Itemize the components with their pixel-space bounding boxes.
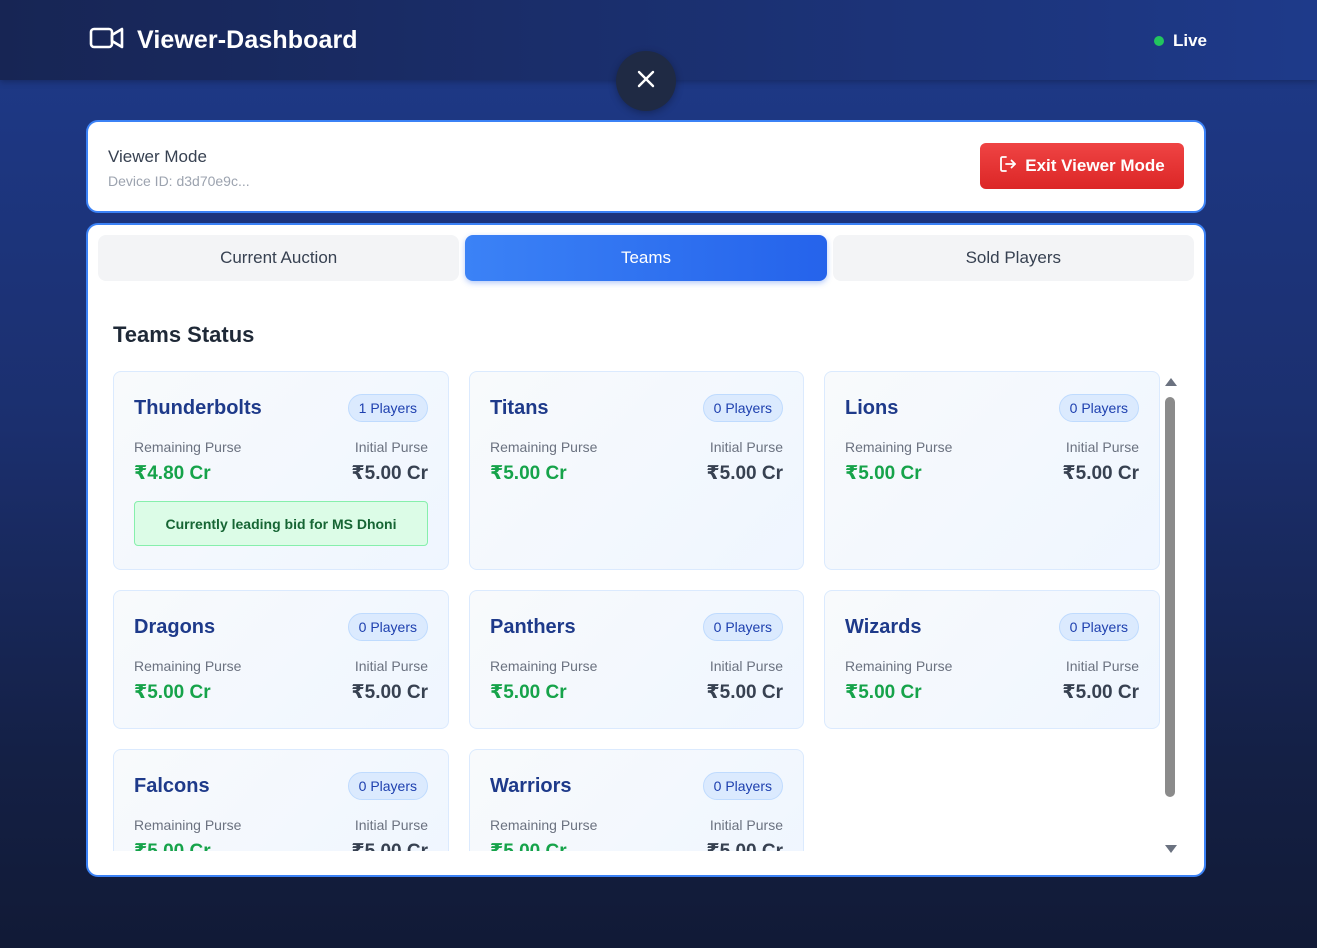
team-card-thunderbolts: Thunderbolts 1 Players Remaining Purse I… bbox=[113, 371, 449, 570]
initial-purse-label: Initial Purse bbox=[709, 658, 783, 674]
team-card-wizards: Wizards 0 Players Remaining Purse Initia… bbox=[824, 590, 1160, 729]
remaining-purse-value: ₹5.00 Cr bbox=[845, 463, 922, 484]
remaining-purse-label: Remaining Purse bbox=[134, 817, 242, 833]
initial-purse-label: Initial Purse bbox=[709, 817, 783, 833]
team-name: Titans bbox=[490, 396, 549, 419]
remaining-purse-label: Remaining Purse bbox=[134, 439, 242, 455]
tab-sold-players[interactable]: Sold Players bbox=[832, 235, 1194, 281]
remaining-purse-label: Remaining Purse bbox=[490, 439, 598, 455]
teams-row: Thunderbolts 1 Players Remaining Purse I… bbox=[113, 371, 1163, 570]
team-name: Panthers bbox=[490, 615, 576, 638]
remaining-purse-value: ₹5.00 Cr bbox=[134, 840, 211, 851]
viewer-mode-card: Viewer Mode Device ID: d3d70e9c... Exit … bbox=[86, 120, 1206, 213]
initial-purse-value: ₹5.00 Cr bbox=[706, 682, 783, 703]
remaining-purse-value: ₹4.80 Cr bbox=[134, 463, 211, 484]
tab-current-auction[interactable]: Current Auction bbox=[98, 235, 460, 281]
team-name: Thunderbolts bbox=[134, 396, 262, 419]
players-badge: 0 Players bbox=[347, 613, 428, 641]
remaining-purse-label: Remaining Purse bbox=[134, 658, 242, 674]
remaining-purse-label: Remaining Purse bbox=[845, 658, 953, 674]
tab-teams[interactable]: Teams bbox=[465, 235, 827, 281]
close-icon bbox=[636, 69, 656, 94]
remaining-purse-value: ₹5.00 Cr bbox=[134, 682, 211, 703]
initial-purse-value: ₹5.00 Cr bbox=[1062, 463, 1139, 484]
team-card-lions: Lions 0 Players Remaining Purse Initial … bbox=[824, 371, 1160, 570]
live-label: Live bbox=[1172, 31, 1207, 50]
remaining-purse-label: Remaining Purse bbox=[490, 658, 598, 674]
tab-bar: Current Auction Teams Sold Players bbox=[98, 235, 1194, 281]
teams-row: Falcons 0 Players Remaining Purse Initia… bbox=[113, 749, 1163, 851]
team-name: Dragons bbox=[134, 615, 216, 638]
remaining-purse-value: ₹5.00 Cr bbox=[490, 682, 567, 703]
device-id: Device ID: d3d70e9c... bbox=[108, 173, 250, 189]
players-badge: 0 Players bbox=[702, 613, 783, 641]
players-badge: 1 Players bbox=[347, 394, 428, 422]
video-camera-icon bbox=[89, 24, 125, 57]
scroll-up-arrow-icon[interactable] bbox=[1165, 378, 1177, 386]
exit-label: Exit Viewer Mode bbox=[1025, 156, 1165, 175]
initial-purse-value: ₹5.00 Cr bbox=[351, 463, 428, 484]
exit-viewer-mode-button[interactable]: Exit Viewer Mode bbox=[980, 143, 1184, 189]
viewer-mode-label: Viewer Mode bbox=[108, 147, 207, 166]
sign-out-icon bbox=[999, 155, 1017, 178]
initial-purse-label: Initial Purse bbox=[354, 817, 428, 833]
remaining-purse-value: ₹5.00 Cr bbox=[845, 682, 922, 703]
app-title: Viewer-Dashboard bbox=[137, 26, 358, 54]
section-title: Teams Status bbox=[113, 322, 255, 347]
initial-purse-label: Initial Purse bbox=[354, 658, 428, 674]
scrollbar-thumb[interactable] bbox=[1165, 397, 1175, 797]
scroll-down-arrow-icon[interactable] bbox=[1165, 845, 1177, 853]
teams-scroll-area[interactable]: Thunderbolts 1 Players Remaining Purse I… bbox=[113, 371, 1163, 851]
team-card-titans: Titans 0 Players Remaining Purse Initial… bbox=[469, 371, 804, 570]
team-card-falcons: Falcons 0 Players Remaining Purse Initia… bbox=[113, 749, 449, 851]
team-card-warriors: Warriors 0 Players Remaining Purse Initi… bbox=[469, 749, 804, 851]
initial-purse-value: ₹5.00 Cr bbox=[1062, 682, 1139, 703]
initial-purse-label: Initial Purse bbox=[709, 439, 783, 455]
remaining-purse-label: Remaining Purse bbox=[845, 439, 953, 455]
team-name: Warriors bbox=[490, 774, 572, 797]
players-badge: 0 Players bbox=[1058, 394, 1139, 422]
brand: Viewer-Dashboard bbox=[89, 24, 358, 57]
initial-purse-value: ₹5.00 Cr bbox=[351, 682, 428, 703]
initial-purse-value: ₹5.00 Cr bbox=[706, 840, 783, 851]
main-panel: Current Auction Teams Sold Players Teams… bbox=[86, 223, 1206, 877]
live-status: Live bbox=[1153, 31, 1207, 51]
initial-purse-label: Initial Purse bbox=[354, 439, 428, 455]
team-card-panthers: Panthers 0 Players Remaining Purse Initi… bbox=[469, 590, 804, 729]
team-card-dragons: Dragons 0 Players Remaining Purse Initia… bbox=[113, 590, 449, 729]
remaining-purse-value: ₹5.00 Cr bbox=[490, 463, 567, 484]
team-name: Falcons bbox=[134, 774, 210, 797]
team-name: Wizards bbox=[845, 615, 922, 638]
players-badge: 0 Players bbox=[702, 772, 783, 800]
teams-scrollbar[interactable] bbox=[1163, 373, 1179, 853]
live-dot-icon bbox=[1153, 36, 1164, 46]
initial-purse-label: Initial Purse bbox=[1065, 439, 1139, 455]
initial-purse-value: ₹5.00 Cr bbox=[706, 463, 783, 484]
leading-bid-notice: Currently leading bid for MS Dhoni bbox=[134, 501, 428, 546]
players-badge: 0 Players bbox=[702, 394, 783, 422]
initial-purse-value: ₹5.00 Cr bbox=[351, 840, 428, 851]
remaining-purse-label: Remaining Purse bbox=[490, 817, 598, 833]
initial-purse-label: Initial Purse bbox=[1065, 658, 1139, 674]
players-badge: 0 Players bbox=[1058, 613, 1139, 641]
remaining-purse-value: ₹5.00 Cr bbox=[490, 840, 567, 851]
teams-row: Dragons 0 Players Remaining Purse Initia… bbox=[113, 590, 1163, 729]
team-name: Lions bbox=[845, 396, 899, 419]
close-button[interactable] bbox=[616, 51, 676, 111]
players-badge: 0 Players bbox=[347, 772, 428, 800]
